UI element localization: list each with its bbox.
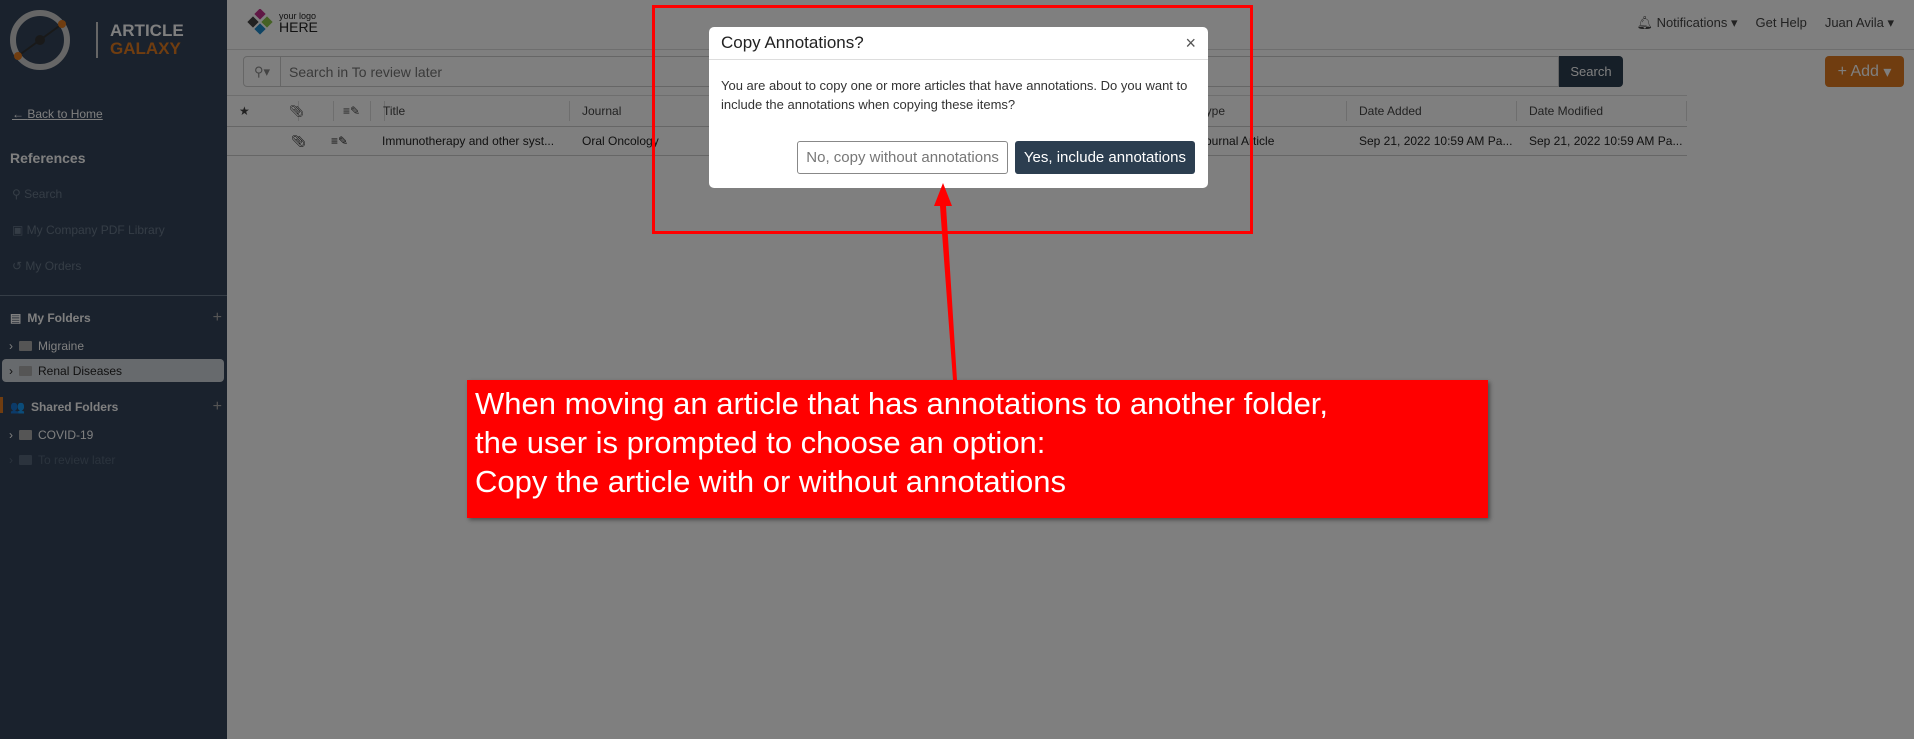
callout-line: the user is prompted to choose an option… xyxy=(475,425,1046,460)
callout-arrow-icon xyxy=(934,183,957,380)
annotation-callout: When moving an article that has annotati… xyxy=(467,380,1488,518)
callout-line: When moving an article that has annotati… xyxy=(475,386,1329,421)
callout-line: Copy the article with or without annotat… xyxy=(475,464,1067,499)
